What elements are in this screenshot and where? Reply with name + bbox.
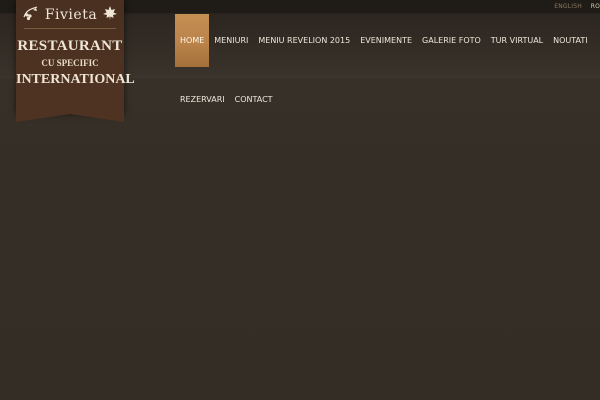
menu-item-rezervari[interactable]: REZERVARI [175, 88, 230, 110]
language-romanian-link[interactable]: RO [591, 3, 600, 10]
logo-ribbon[interactable]: Fivieta RESTAURANT CU SPECIFIC INTERNATI… [16, 0, 135, 122]
brand-name: Fivieta [44, 7, 98, 23]
logo-divider [24, 28, 116, 29]
logo-international-text: INTERNATIONAL [16, 72, 135, 87]
menu-item-galerie-foto[interactable]: GALERIE FOTO [417, 14, 486, 67]
grapevine-icon [22, 5, 40, 25]
menu-item-meniu-revelion[interactable]: MENIU REVELION 2015 [253, 14, 355, 67]
maple-leaf-icon [102, 5, 118, 25]
ribbon-notch [16, 114, 124, 122]
menu-item-meniuri[interactable]: MENIURI [209, 14, 253, 67]
brand-row: Fivieta [22, 6, 118, 24]
menu-item-noutati[interactable]: NOUTATI [548, 14, 593, 67]
menu-item-evenimente[interactable]: EVENIMENTE [355, 14, 417, 67]
menu-item-contact[interactable]: CONTACT [230, 88, 278, 110]
logo-restaurant-text: RESTAURANT [17, 38, 123, 54]
menu-item-tur-virtual[interactable]: TUR VIRTUAL [486, 14, 548, 67]
main-menu: HOME MENIURI MENIU REVELION 2015 EVENIME… [175, 14, 593, 67]
menu-item-home[interactable]: HOME [175, 14, 210, 67]
logo-specific-text: CU SPECIFIC [41, 58, 99, 68]
language-english-link[interactable]: ENGLISH [554, 3, 582, 10]
secondary-menu: REZERVARI CONTACT [175, 88, 278, 110]
